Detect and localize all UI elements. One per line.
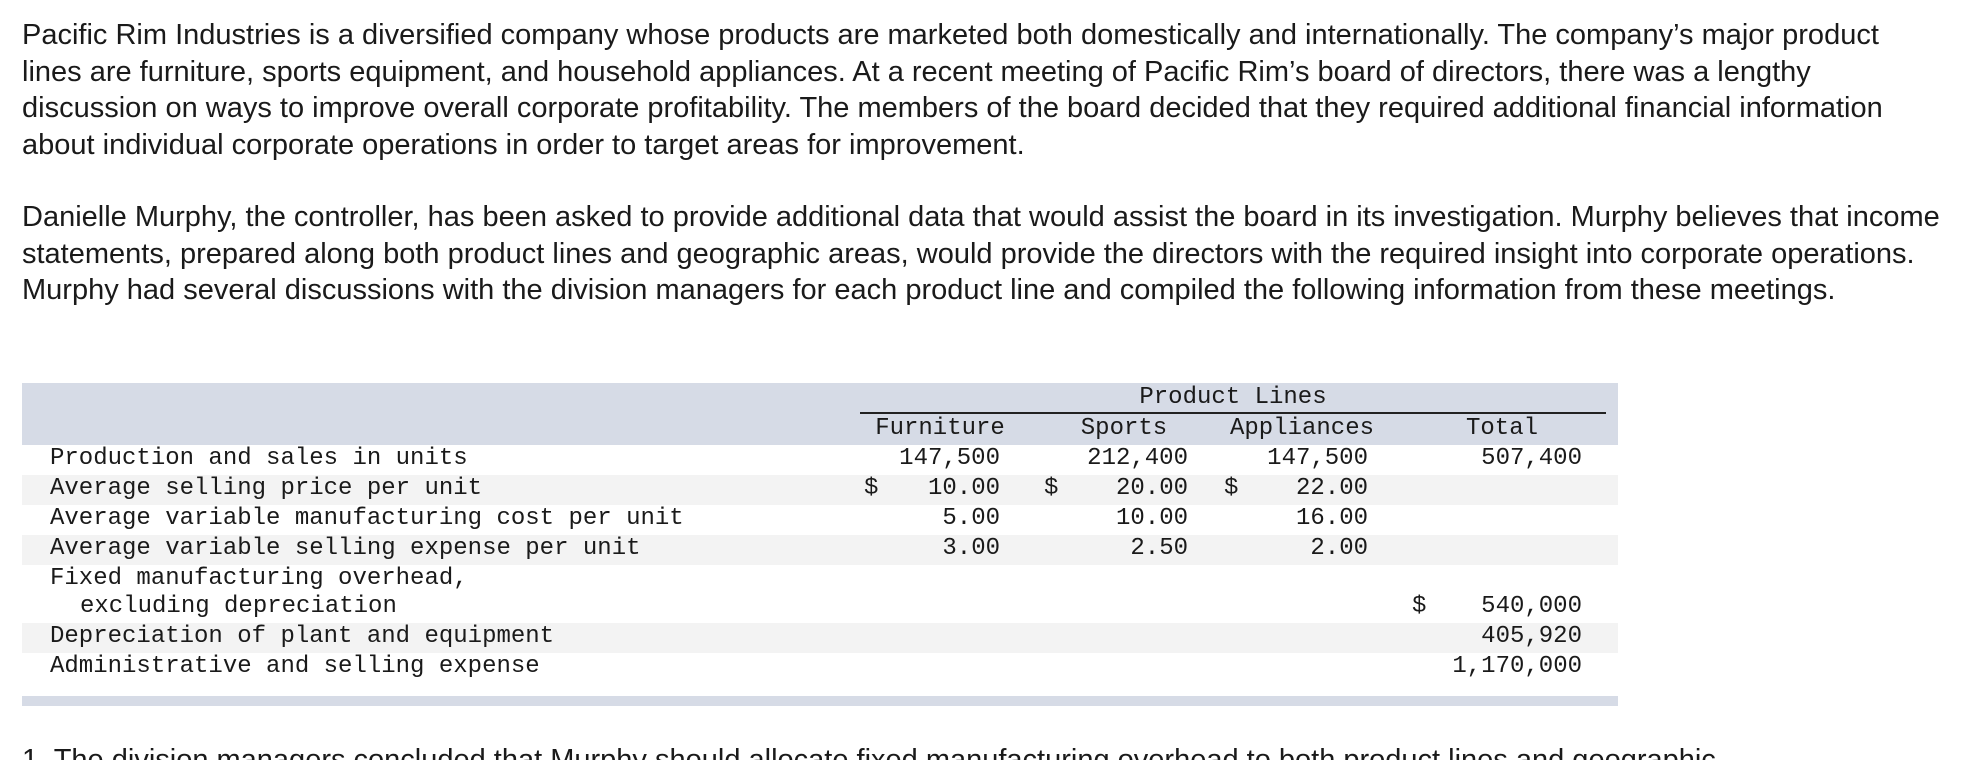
row-label: Average selling price per unit [50,475,483,502]
row-label: Administrative and selling expense [50,653,540,680]
col-header-furniture: Furniture [875,415,1005,442]
cell-furniture: 147,500 [899,445,1000,472]
col-header-appliances: Appliances [1229,415,1375,442]
intro-paragraph-2: Danielle Murphy, the controller, has bee… [22,201,1940,306]
cell-total: 540,000 [1481,593,1582,620]
cell-total: 507,400 [1481,445,1582,472]
row-label: Fixed manufacturing overhead, [50,565,468,592]
cell-total: 1,170,000 [1452,653,1582,680]
cell-furniture: 3.00 [942,535,1000,562]
cell-furniture: 5.00 [942,505,1000,532]
intro-paragraph-1: Pacific Rim Industries is a diversified … [22,19,1883,161]
row-label: Production and sales in units [50,445,468,472]
cell-sports: 10.00 [1115,505,1188,532]
row-label-continued: excluding depreciation [80,593,397,620]
row-label: Average variable manufacturing cost per … [50,505,684,532]
cell-total: 405,920 [1481,623,1582,650]
cell-sports: 2.50 [1130,535,1188,562]
col-header-total: Total [1465,415,1538,442]
question-1-partial: 1. The division managers concluded that … [22,744,1716,760]
cell-appliances: 16.00 [1295,505,1368,532]
cell-sports: 20.00 [1115,475,1188,502]
cell-appliances: 2.00 [1310,535,1368,562]
group-header-product-lines: Product Lines [1139,384,1327,411]
cell-furniture: 10.00 [927,475,1000,502]
cell-appliances: 147,500 [1267,445,1368,472]
cell-appliances: 22.00 [1295,475,1368,502]
row-label: Depreciation of plant and equipment [50,623,555,650]
cell-sports: 212,400 [1087,445,1188,472]
product-lines-table: Product Lines Furniture Sports Appliance… [22,383,1618,706]
col-header-sports: Sports [1080,415,1168,442]
table-footer-band [22,696,1618,706]
row-label: Average variable selling expense per uni… [50,535,641,562]
